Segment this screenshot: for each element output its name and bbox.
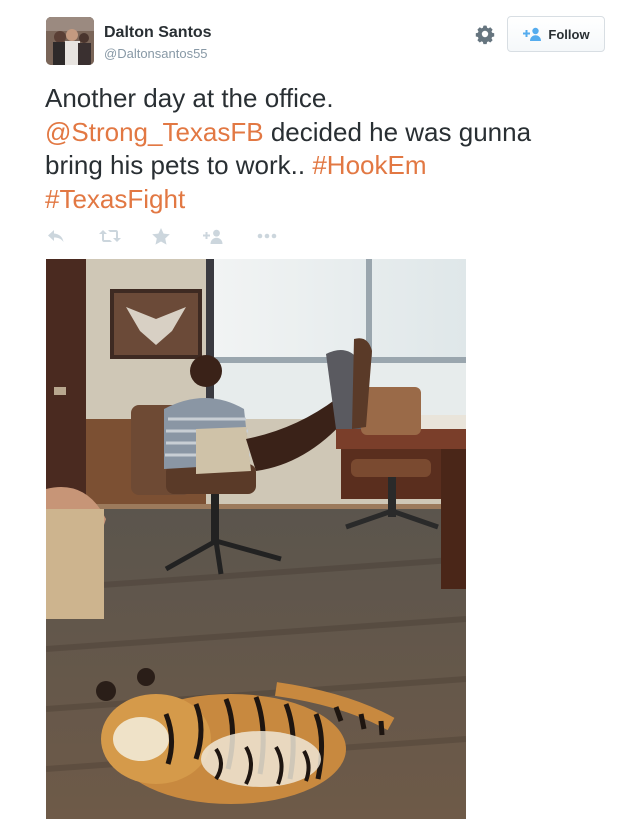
tweet-text: Another day at the office. @Strong_Texas… — [45, 82, 605, 216]
more-icon[interactable] — [256, 227, 278, 245]
follow-button[interactable]: Follow — [507, 16, 605, 52]
user-handle[interactable]: @Daltonsantos55 — [104, 46, 208, 61]
hashtag-link-hookem[interactable]: #HookEm — [312, 150, 426, 180]
gear-icon[interactable] — [473, 22, 497, 46]
mention-link[interactable]: @Strong_TexasFB — [45, 117, 264, 147]
hashtag-link-texasfight[interactable]: #TexasFight — [45, 184, 185, 214]
follow-user-icon — [522, 27, 542, 41]
tweet-line-3: bring his pets to work.. — [45, 150, 313, 180]
avatar[interactable] — [46, 17, 94, 65]
user-display-name[interactable]: Dalton Santos — [104, 24, 212, 42]
tweet-photo[interactable] — [46, 259, 466, 819]
favorite-icon[interactable] — [151, 227, 171, 245]
tweet-line-1: Another day at the office. — [45, 83, 334, 113]
tweet-line-2: decided he was gunna — [263, 116, 532, 147]
follow-button-label: Follow — [548, 26, 590, 42]
retweet-icon[interactable] — [99, 227, 121, 245]
reply-icon[interactable] — [46, 227, 66, 245]
follow-user-icon[interactable] — [201, 227, 225, 245]
